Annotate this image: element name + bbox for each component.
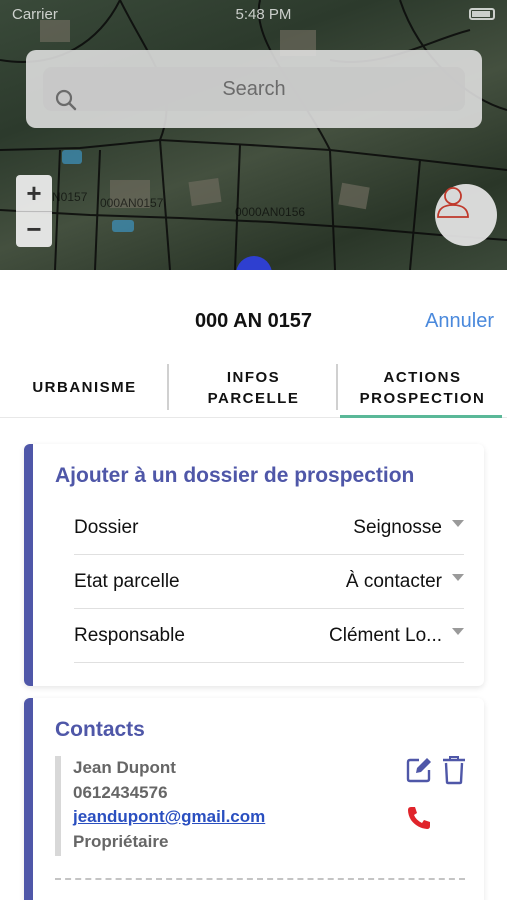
search-input[interactable]: Search — [43, 67, 465, 111]
parcel-label: N0157 — [52, 190, 88, 204]
tab-label: PROSPECTION — [359, 389, 486, 407]
zoom-out-button[interactable]: − — [16, 211, 52, 247]
row-value: Seignosse — [353, 516, 442, 538]
carrier-label: Carrier — [12, 5, 58, 23]
row-label: Responsable — [74, 624, 185, 646]
parcel-sheet: 000 AN 0157 Annuler URBANISME INFOS PARC… — [0, 270, 507, 900]
chevron-down-icon — [452, 628, 464, 635]
trash-icon[interactable] — [442, 755, 466, 790]
dossier-select[interactable]: Dossier Seignosse — [74, 501, 464, 555]
status-bar: Carrier 5:48 PM — [0, 0, 507, 28]
time-label: 5:48 PM — [235, 5, 292, 23]
row-label: Dossier — [74, 516, 139, 538]
zoom-control: + − — [16, 175, 52, 247]
map-view[interactable]: Carrier 5:48 PM N0157 000AN0157 0000AN01… — [0, 0, 507, 270]
chevron-down-icon — [452, 574, 464, 581]
prospection-card: Ajouter à un dossier de prospection Doss… — [24, 444, 484, 686]
etat-parcelle-select[interactable]: Etat parcelle À contacter — [74, 555, 464, 609]
battery-icon — [469, 8, 495, 20]
tab-label: ACTIONS — [383, 368, 462, 386]
parcel-label: 0000AN0156 — [235, 205, 306, 219]
edit-icon[interactable] — [405, 756, 433, 789]
user-location-button[interactable] — [435, 184, 497, 246]
tab-actions-prospection[interactable]: ACTIONS PROSPECTION — [338, 358, 507, 418]
tab-bar: URBANISME INFOS PARCELLE ACTIONS PROSPEC… — [0, 358, 507, 418]
contact-item: Jean Dupont 0612434576 jeandupont@gmail.… — [55, 756, 465, 856]
contacts-card: Contacts Jean Dupont 0612434576 jeandupo… — [24, 698, 484, 900]
tab-label: INFOS — [226, 368, 281, 386]
zoom-in-button[interactable]: + — [16, 175, 52, 211]
search-panel: Search — [26, 50, 482, 128]
chevron-down-icon — [452, 520, 464, 527]
prospection-title: Ajouter à un dossier de prospection — [55, 464, 415, 487]
divider — [55, 878, 465, 880]
row-label: Etat parcelle — [74, 570, 180, 592]
tab-label: PARCELLE — [207, 389, 300, 407]
tab-label: URBANISME — [32, 379, 137, 396]
tab-urbanisme[interactable]: URBANISME — [0, 358, 169, 417]
row-value: Clément Lo... — [329, 624, 442, 646]
phone-icon[interactable] — [406, 805, 432, 836]
tab-infos-parcelle[interactable]: INFOS PARCELLE — [169, 358, 338, 417]
responsable-select[interactable]: Responsable Clément Lo... — [74, 609, 464, 663]
parcel-label: 000AN0157 — [100, 196, 164, 210]
row-value: À contacter — [345, 570, 442, 592]
search-placeholder: Search — [222, 77, 286, 100]
cancel-button[interactable]: Annuler — [425, 310, 494, 333]
parcel-lines — [0, 0, 507, 270]
contacts-title: Contacts — [55, 718, 145, 741]
